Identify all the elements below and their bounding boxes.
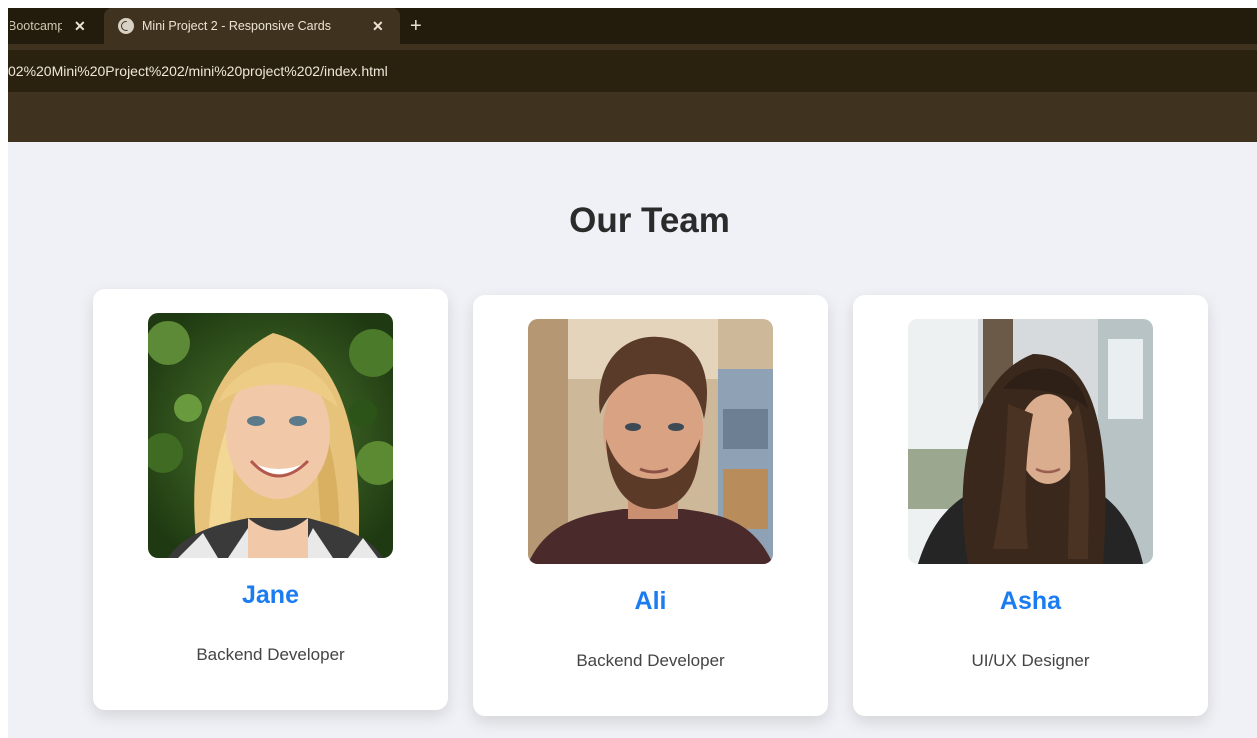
photo-of-asha [908,319,1153,564]
tab-strip: Bootcamp ✕ Mini Project 2 - Responsive C… [8,8,1257,44]
photo-of-jane [148,313,393,558]
photo-of-ali [528,319,773,564]
team-card-jane: Jane Backend Developer [93,289,448,710]
new-tab-button[interactable]: + [410,8,422,44]
team-card-asha: Asha UI/UX Designer [853,295,1208,716]
tab-close-icon[interactable]: ✕ [372,18,384,35]
tab-title: Bootcamp [10,19,62,33]
member-role: Backend Developer [576,651,725,670]
tab-close-icon[interactable]: ✕ [74,18,86,35]
address-bar[interactable]: 02%20Mini%20Project%202/mini%20project%2… [8,50,1257,92]
member-role: Backend Developer [196,645,345,664]
tab-bootcamp[interactable]: Bootcamp ✕ [8,8,104,44]
globe-icon [118,18,134,34]
member-name: Asha [999,587,1062,615]
page-viewport: Our Team Jane Backend Developer Ali Back… [8,142,1257,738]
member-role: UI/UX Designer [971,651,1090,670]
tab-title: Mini Project 2 - Responsive Cards [142,19,331,33]
member-name: Ali [634,587,667,615]
url-text[interactable]: 02%20Mini%20Project%202/mini%20project%2… [8,63,388,79]
page-title: Our Team [569,201,730,240]
member-name: Jane [242,581,299,609]
bookmark-bar [8,92,1257,142]
tab-mini-project[interactable]: Mini Project 2 - Responsive Cards ✕ [104,8,400,44]
window-frame-left [0,0,8,738]
team-card-ali: Ali Backend Developer [473,295,828,716]
window-frame [0,0,1257,8]
